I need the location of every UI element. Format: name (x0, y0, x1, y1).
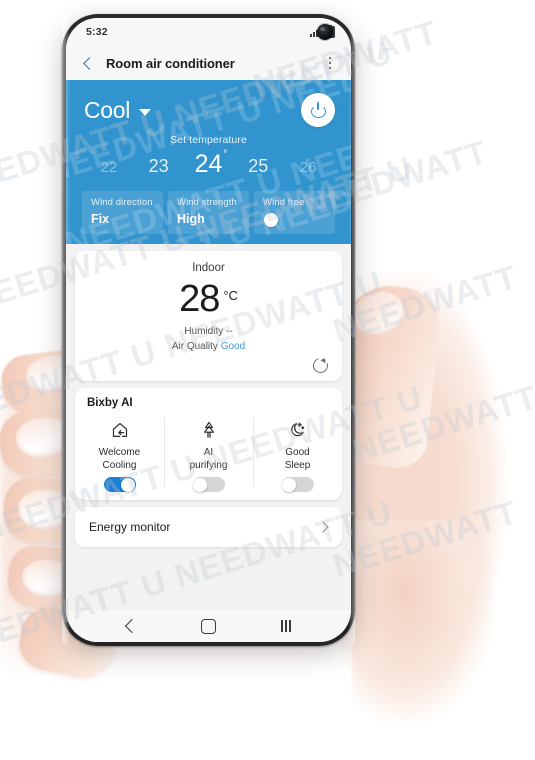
hand-wrist (352, 520, 527, 760)
bixby-option-ai-purifying[interactable]: AI purifying (164, 413, 253, 492)
bixby-ai-title: Bixby AI (87, 397, 133, 409)
toggle-knob (264, 212, 278, 227)
wind-strength-value: High (177, 212, 205, 226)
toggle-knob (193, 477, 207, 492)
air-quality-label: Air Quality (171, 341, 221, 352)
chevron-right-icon (317, 521, 329, 533)
moon-stars-icon (285, 417, 311, 443)
wind-controls-row: Wind direction Fix Wind strength High Wi… (66, 191, 351, 234)
bixby-option-label: Good Sleep (285, 447, 311, 472)
temp-option-23[interactable]: 23 (134, 157, 184, 175)
mode-selector[interactable]: Cool (84, 96, 152, 124)
nav-back-icon (125, 618, 140, 634)
indoor-temperature-row: 28 °C (87, 280, 330, 318)
mode-label: Cool (84, 96, 131, 123)
degree-mark: ° (223, 149, 228, 160)
status-bar: 5:32 (66, 18, 351, 46)
content-area: Indoor 28 °C Humidity -- Air Quality Goo… (66, 244, 351, 610)
toggle-knob (282, 477, 296, 492)
tree-icon (196, 417, 222, 443)
mode-row: Cool (66, 88, 351, 132)
home-arrow-icon (107, 417, 133, 443)
ai-purifying-toggle[interactable] (192, 477, 225, 492)
bixby-option-good-sleep[interactable]: Good Sleep (253, 413, 342, 492)
nav-home-icon (200, 618, 216, 634)
indoor-humidity: Humidity -- (184, 326, 233, 337)
android-nav-bar (66, 610, 351, 642)
temp-option-22[interactable]: 22 (84, 160, 134, 175)
power-icon (311, 101, 326, 118)
temp-option-24-selected[interactable]: 24 ° (184, 149, 234, 178)
nav-home-button[interactable] (191, 615, 225, 637)
label-line-2: purifying (189, 459, 228, 471)
air-quality-value: Good (220, 341, 246, 352)
climate-control-panel: Cool Set temperature 22 23 24 ° 25 26 Wi… (66, 80, 351, 244)
wind-free-chip[interactable]: Wind free (254, 191, 335, 234)
front-camera-punchhole-icon (317, 24, 333, 40)
chevron-down-icon (139, 109, 152, 116)
toggle-knob (121, 477, 135, 492)
label-line-1: Welcome (98, 447, 141, 458)
phone-screen: 5:32 Room air conditioner Cool Set tempe… (66, 18, 351, 642)
label-line-1: AI (203, 447, 214, 458)
bixby-option-label: AI purifying (190, 447, 228, 472)
wind-direction-chip[interactable]: Wind direction Fix (82, 191, 163, 234)
wind-strength-chip[interactable]: Wind strength High (168, 191, 249, 234)
bixby-ai-options-row: Welcome Cooling AI purifying Good Sleep (75, 413, 342, 492)
label-line-1: Good (285, 447, 310, 458)
app-bar: Room air conditioner (66, 46, 351, 80)
wind-direction-value: Fix (91, 212, 110, 226)
label-line-2: Cooling (102, 459, 137, 471)
wind-free-label: Wind free (263, 197, 305, 208)
bixby-option-label: Welcome Cooling (99, 447, 141, 472)
power-button[interactable] (301, 93, 335, 127)
status-time: 5:32 (86, 26, 108, 38)
wind-strength-label: Wind strength (177, 197, 237, 208)
bixby-option-welcome-cooling[interactable]: Welcome Cooling (75, 413, 164, 492)
indoor-air-quality: Air Quality Good (87, 341, 330, 352)
refresh-icon[interactable] (313, 358, 328, 373)
bixby-ai-card: Bixby AI Welcome Cooling AI purifying Go… (75, 388, 342, 500)
indoor-temperature-unit: °C (223, 288, 238, 303)
energy-monitor-label: Energy monitor (89, 520, 171, 534)
indoor-title: Indoor (192, 262, 225, 274)
page-title: Room air conditioner (106, 55, 235, 71)
temperature-scale[interactable]: 22 23 24 ° 25 26 (66, 149, 351, 178)
set-temperature-label: Set temperature (170, 134, 247, 146)
indoor-temperature-value: 28 (179, 278, 220, 320)
welcome-cooling-toggle[interactable] (103, 477, 136, 492)
label-line-2: Sleep (284, 459, 311, 471)
refresh-row (87, 358, 330, 373)
back-chevron-icon[interactable] (80, 55, 96, 71)
wind-direction-label: Wind direction (91, 197, 153, 208)
good-sleep-toggle[interactable] (281, 477, 314, 492)
temp-selected-value: 24 (194, 150, 223, 178)
temp-option-26[interactable]: 26 (283, 160, 333, 175)
kebab-menu-icon[interactable] (323, 55, 337, 71)
phone-device-frame: 5:32 Room air conditioner Cool Set tempe… (62, 14, 355, 646)
nav-recents-icon (281, 620, 292, 632)
nav-recents-button[interactable] (269, 615, 303, 637)
nav-back-button[interactable] (114, 615, 148, 637)
energy-monitor-row[interactable]: Energy monitor (75, 507, 342, 547)
scene-background: 5:32 Room air conditioner Cool Set tempe… (0, 0, 535, 760)
indoor-status-card: Indoor 28 °C Humidity -- Air Quality Goo… (75, 251, 342, 381)
temp-option-25[interactable]: 25 (233, 157, 283, 175)
